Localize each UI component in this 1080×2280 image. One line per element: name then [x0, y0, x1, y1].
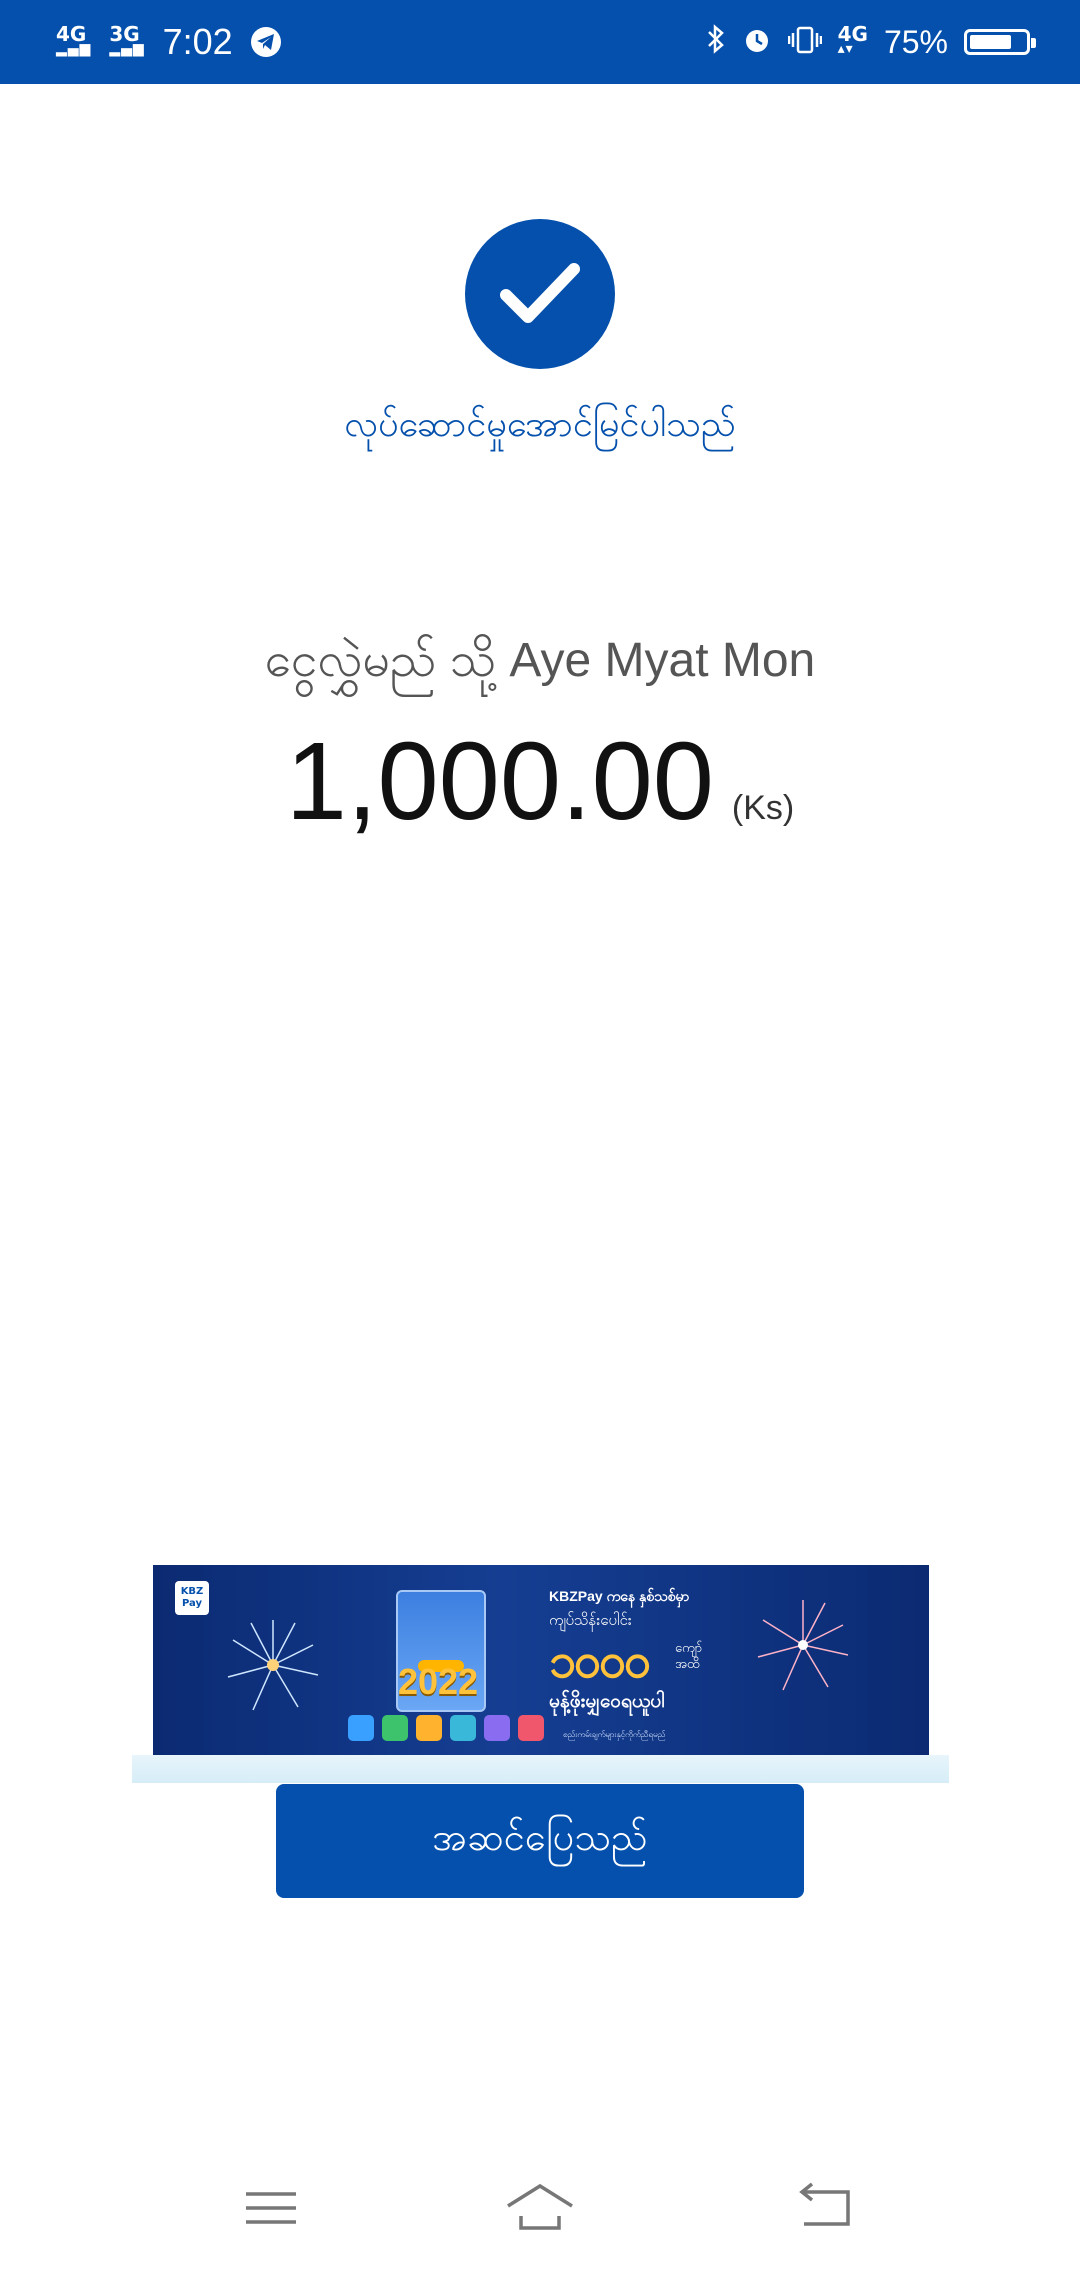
banner-title: KBZPay ကနေ နှစ်သစ်မှာ: [549, 1588, 690, 1604]
network-indicator-2: 3G ▂▄▆: [109, 22, 145, 57]
banner-subtitle: မုန့်ဖိုးမျှဝေရယူပါ: [549, 1690, 665, 1712]
banner-line: ကျပ်သိန်းပေါင်း: [549, 1611, 632, 1629]
clock: 7:02: [162, 21, 233, 62]
recipient-label: ငွေလွှဲမည် သို့ Aye Myat Mon: [264, 634, 816, 687]
banner-fine-print: စည်းကမ်းချက်များနှင့်ကိုက်ညီရမည်: [563, 1730, 666, 1739]
app-icon: [450, 1715, 476, 1741]
banner-unit: ကျော် အထိ: [675, 1641, 703, 1672]
battery-fill: [970, 35, 1011, 49]
signal-icon: 4G ▴▾: [837, 22, 868, 57]
currency-label: (Ks): [731, 789, 795, 827]
app-icon: [518, 1715, 544, 1741]
status-bar: 4G ▂▄▆ 3G ▂▄▆ 7:02 4G ▴▾ 75%: [0, 0, 1080, 84]
done-button[interactable]: အဆင်ပြေသည်: [276, 1784, 804, 1898]
system-nav-bar: [0, 2170, 1080, 2250]
telegram-icon: [250, 27, 281, 57]
banner-year: 2022: [397, 1661, 479, 1702]
vibrate-icon: [787, 25, 822, 59]
app-icons-row: [348, 1715, 544, 1741]
alarm-icon: [742, 25, 772, 59]
network-indicator-1: 4G ▂▄▆: [56, 22, 92, 57]
promo-banner[interactable]: KBZ Pay 2022 KBZPay ကနေ နှစ်သစ်မှာ ကျပ်သ…: [153, 1565, 929, 1755]
menu-icon[interactable]: [236, 2178, 306, 2238]
firework-right-icon: [757, 1600, 849, 1691]
app-icon: [382, 1715, 408, 1741]
battery-percent: 75%: [883, 23, 948, 60]
battery-icon: [964, 29, 1036, 55]
back-icon[interactable]: [790, 2178, 860, 2238]
status-message: လုပ်ဆောင်မှုအောင်မြင်ပါသည်: [344, 404, 736, 445]
home-icon[interactable]: [505, 2178, 575, 2238]
success-check-icon: [465, 219, 615, 369]
app-icon: [348, 1715, 374, 1741]
banner-base: [132, 1755, 949, 1783]
app-icon: [484, 1715, 510, 1741]
amount-row: 1,000.00 (Ks): [0, 718, 1080, 845]
amount-value: 1,000.00: [285, 720, 714, 843]
firework-left-icon: [227, 1620, 319, 1711]
app-icon: [416, 1715, 442, 1741]
kbzpay-logo: KBZ Pay: [175, 1581, 209, 1615]
bluetooth-icon: [706, 24, 726, 60]
